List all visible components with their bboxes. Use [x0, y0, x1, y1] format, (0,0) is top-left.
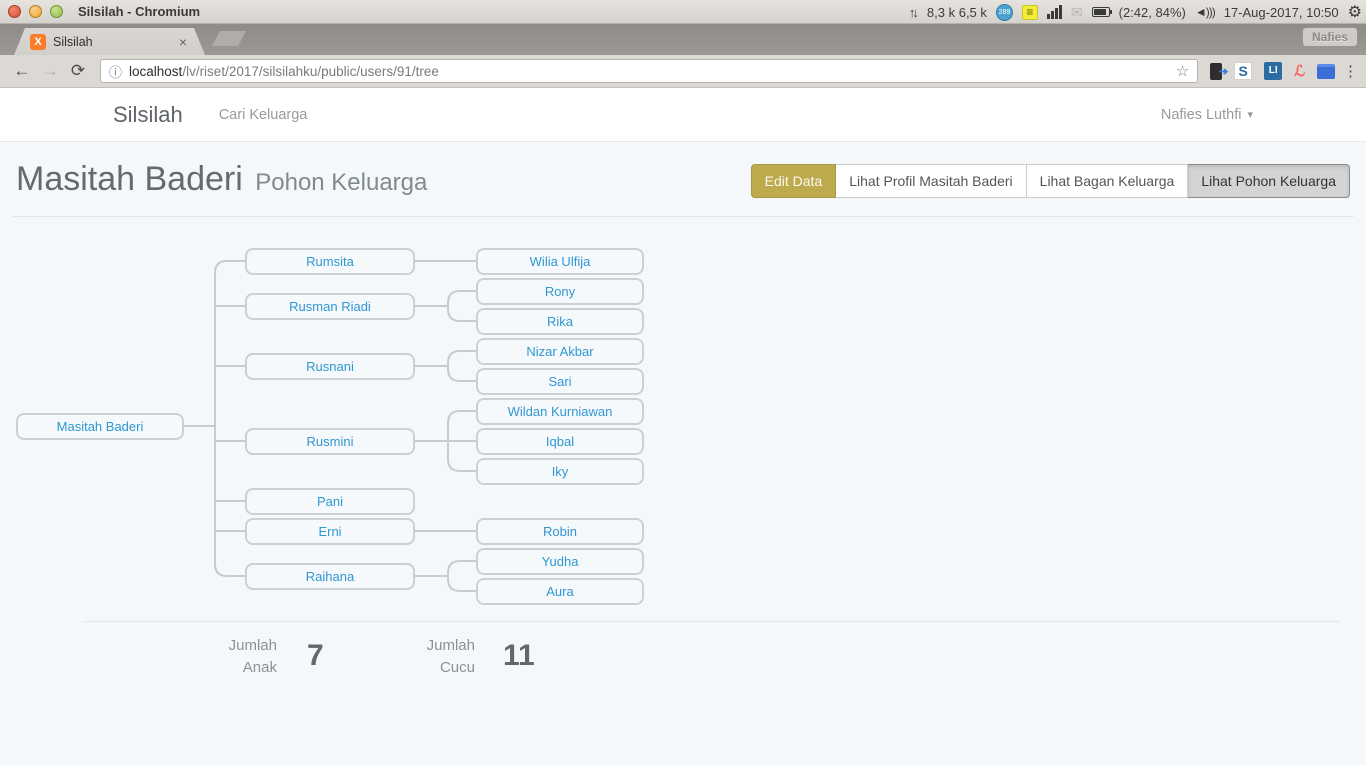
- system-tray: ↑↓ 8,3 k 6,5 k 289 ≡ ✉ (2:42, 84%) ◄))) …: [909, 0, 1362, 24]
- tree-node-child[interactable]: Rumsita: [245, 248, 415, 275]
- forward-icon[interactable]: →: [36, 61, 64, 81]
- tree-node-child[interactable]: Erni: [245, 518, 415, 545]
- tree-node-grandchild[interactable]: Nizar Akbar: [476, 338, 644, 365]
- chevron-down-icon: ▾: [1247, 108, 1253, 121]
- battery-status: (2:42, 84%): [1119, 5, 1186, 20]
- network-arrows-icon: ↑↓: [909, 5, 916, 20]
- desktop-titlebar: Silsilah - Chromium ↑↓ 8,3 k 6,5 k 289 ≡…: [0, 0, 1366, 24]
- gear-icon[interactable]: ⚙: [1348, 2, 1362, 22]
- stat-label-line: Jumlah: [229, 637, 277, 654]
- mobile-view-extension-icon[interactable]: [1210, 63, 1222, 80]
- tree-node-root[interactable]: Masitah Baderi: [16, 413, 184, 440]
- stat-label-anak: Jumlah Anak: [113, 635, 277, 679]
- stat-label-line: Cucu: [440, 659, 475, 676]
- reload-icon[interactable]: ⟳: [64, 61, 92, 81]
- volume-icon[interactable]: ◄))): [1195, 5, 1215, 19]
- stats-divider: [82, 621, 1340, 622]
- notes-indicator-icon[interactable]: ≡: [1022, 5, 1038, 20]
- url-host: localhost: [129, 64, 182, 79]
- site-info-icon[interactable]: ⓘ: [109, 62, 122, 81]
- lihat-profil-button[interactable]: Lihat Profil Masitah Baderi: [836, 164, 1026, 198]
- url-text[interactable]: localhost/lv/riset/2017/silsilahku/publi…: [129, 64, 1176, 79]
- s-extension-icon[interactable]: S: [1234, 62, 1252, 80]
- tree-node-grandchild[interactable]: Rony: [476, 278, 644, 305]
- keyboard-indicator: Nafies: [1302, 27, 1358, 47]
- battery-icon[interactable]: [1092, 7, 1110, 17]
- family-tree: Masitah Baderi Rumsita Rusman Riadi Rusn…: [0, 241, 1366, 621]
- tree-node-child[interactable]: Raihana: [245, 563, 415, 590]
- stat-value-cucu: 11: [503, 639, 535, 673]
- app-brand[interactable]: Silsilah: [113, 102, 183, 128]
- tree-node-grandchild[interactable]: Wildan Kurniawan: [476, 398, 644, 425]
- clock[interactable]: 17-Aug-2017, 10:50: [1224, 5, 1339, 20]
- window-title: Silsilah - Chromium: [78, 4, 200, 19]
- tree-node-grandchild[interactable]: Aura: [476, 578, 644, 605]
- page-content: Silsilah Cari Keluarga Nafies Luthfi ▾ M…: [0, 88, 1366, 765]
- tree-node-child[interactable]: Rusnani: [245, 353, 415, 380]
- tree-node-grandchild[interactable]: Wilia Ulfija: [476, 248, 644, 275]
- tab-bar: X Silsilah × Nafies: [0, 24, 1366, 55]
- stat-label-cucu: Jumlah Cucu: [311, 635, 475, 679]
- user-menu[interactable]: Nafies Luthfi ▾: [1161, 88, 1253, 141]
- action-button-group: Edit Data Lihat Profil Masitah Baderi Li…: [751, 164, 1350, 198]
- url-path: /lv/riset/2017/silsilahku/public/users/9…: [182, 64, 439, 79]
- lihat-bagan-button[interactable]: Lihat Bagan Keluarga: [1027, 164, 1189, 198]
- lihat-pohon-button[interactable]: Lihat Pohon Keluarga: [1188, 164, 1350, 198]
- tree-node-grandchild[interactable]: Robin: [476, 518, 644, 545]
- mail-icon[interactable]: ✉: [1071, 4, 1083, 21]
- app-navbar: Silsilah Cari Keluarga Nafies Luthfi ▾: [0, 88, 1366, 142]
- address-bar[interactable]: ⓘ localhost/lv/riset/2017/silsilahku/pub…: [100, 59, 1198, 83]
- heading-divider: [12, 216, 1354, 217]
- back-icon[interactable]: ←: [8, 61, 36, 81]
- window-close-button[interactable]: [8, 5, 21, 18]
- li-extension-icon[interactable]: LI: [1264, 62, 1282, 80]
- tree-node-grandchild[interactable]: Sari: [476, 368, 644, 395]
- nav-link-cari-keluarga[interactable]: Cari Keluarga: [219, 107, 308, 123]
- browser-tab[interactable]: X Silsilah ×: [14, 28, 205, 55]
- extension-icons: S LI ℒ: [1210, 62, 1335, 80]
- stats-row: Jumlah Anak 7 Jumlah Cucu 11: [0, 627, 1366, 697]
- edit-data-button[interactable]: Edit Data: [751, 164, 837, 198]
- stat-label-line: Anak: [243, 659, 277, 676]
- page-title: Masitah Baderi: [16, 160, 243, 198]
- window-controls: [8, 5, 63, 18]
- tree-node-grandchild[interactable]: Rika: [476, 308, 644, 335]
- tree-node-grandchild[interactable]: Iqbal: [476, 428, 644, 455]
- tree-node-child[interactable]: Pani: [245, 488, 415, 515]
- blue-extension-icon[interactable]: [1317, 64, 1335, 79]
- bookmark-star-icon[interactable]: ☆: [1176, 62, 1189, 80]
- user-menu-label: Nafies Luthfi: [1161, 107, 1242, 123]
- tree-node-grandchild[interactable]: Yudha: [476, 548, 644, 575]
- new-tab-button[interactable]: [212, 31, 246, 46]
- page-subtitle: Pohon Keluarga: [255, 169, 427, 196]
- indicator-badge-icon[interactable]: 289: [996, 4, 1013, 21]
- stat-label-line: Jumlah: [427, 637, 475, 654]
- laravel-extension-icon[interactable]: ℒ: [1294, 62, 1305, 80]
- tab-close-icon[interactable]: ×: [179, 34, 187, 50]
- browser-toolbar: ← → ⟳ ⓘ localhost/lv/riset/2017/silsilah…: [0, 55, 1366, 88]
- tree-node-child[interactable]: Rusman Riadi: [245, 293, 415, 320]
- signal-strength-icon[interactable]: [1047, 5, 1062, 19]
- tree-node-child[interactable]: Rusmini: [245, 428, 415, 455]
- tab-title: Silsilah: [53, 35, 179, 49]
- xampp-favicon-icon: X: [30, 34, 46, 50]
- window-maximize-button[interactable]: [50, 5, 63, 18]
- window-minimize-button[interactable]: [29, 5, 42, 18]
- tree-node-grandchild[interactable]: Iky: [476, 458, 644, 485]
- network-speed: 8,3 k 6,5 k: [927, 5, 987, 20]
- browser-menu-icon[interactable]: ⋮: [1343, 62, 1358, 80]
